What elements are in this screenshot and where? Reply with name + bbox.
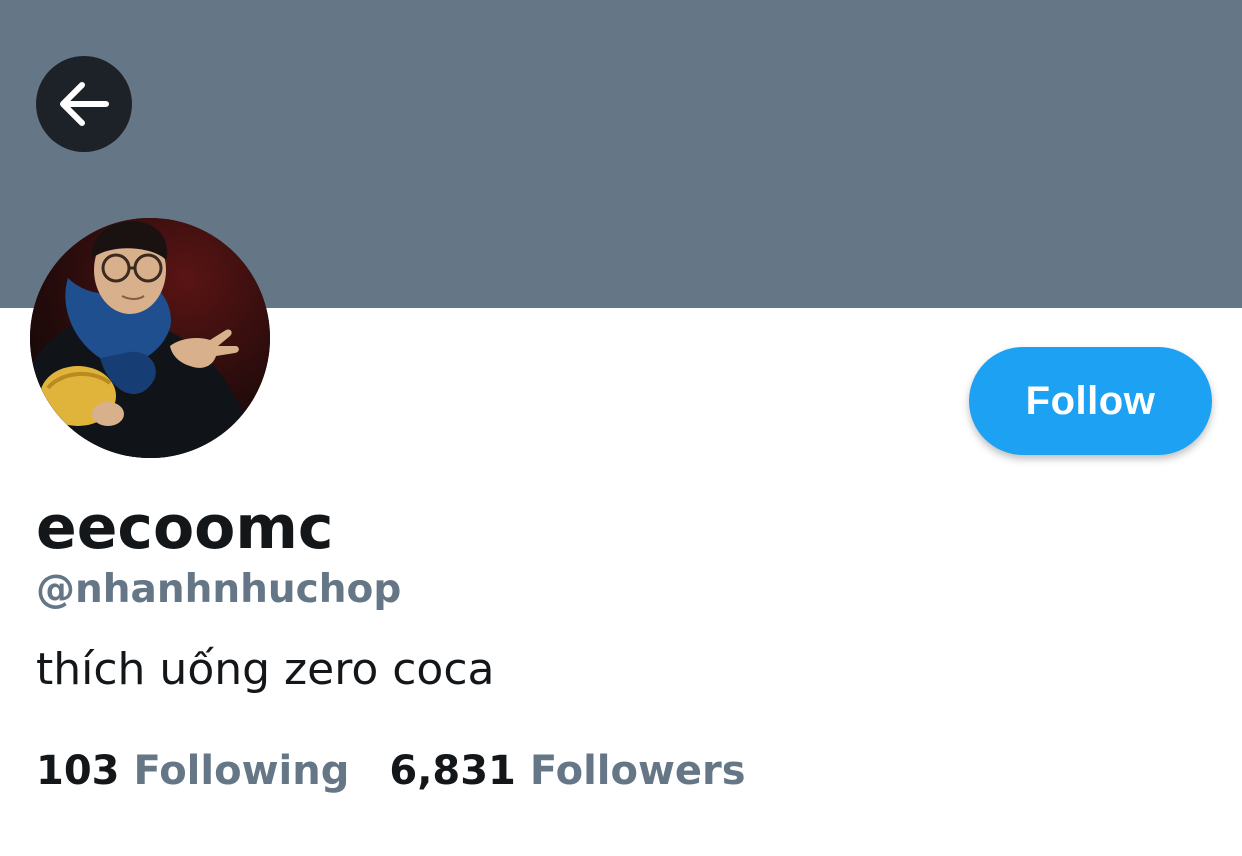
arrow-left-icon: [58, 81, 110, 127]
profile-bio: thích uống zero coca: [36, 644, 495, 695]
follow-button[interactable]: Follow: [969, 347, 1212, 455]
avatar[interactable]: [30, 218, 270, 458]
back-button[interactable]: [36, 56, 132, 152]
followers-link[interactable]: 6,831 Followers: [389, 744, 745, 798]
profile-stats: 103 Following 6,831 Followers: [36, 744, 746, 798]
following-link[interactable]: 103 Following: [36, 744, 349, 798]
user-handle: @nhanhnhuchop: [36, 567, 402, 612]
followers-count: 6,831: [389, 748, 516, 794]
followers-label: Followers: [529, 748, 746, 794]
display-name: eecoomc: [36, 493, 334, 563]
profile-page: Follow eecoomc @nhanhnhuchop thích uống …: [0, 0, 1242, 856]
following-label: Following: [133, 748, 350, 794]
following-count: 103: [36, 748, 120, 794]
